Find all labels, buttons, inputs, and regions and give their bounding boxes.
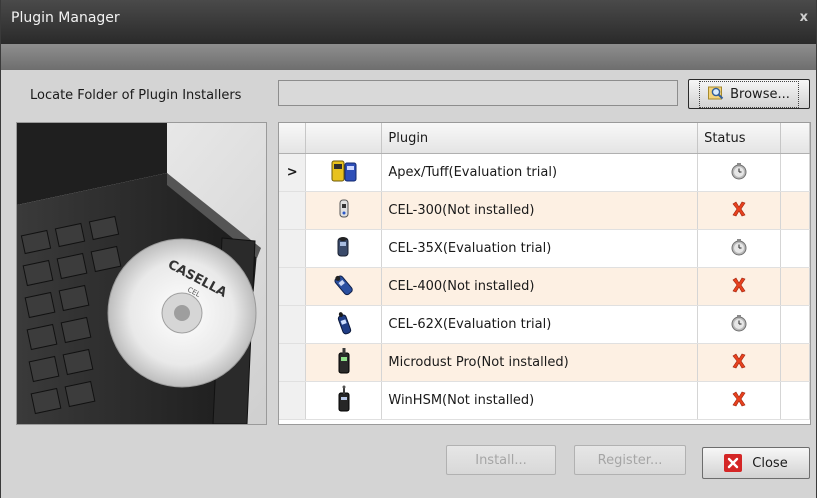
toolbar-strip <box>1 44 816 70</box>
table-row[interactable]: CEL-62X(Evaluation trial) <box>279 305 810 344</box>
plugin-name: WinHSM(Not installed) <box>381 381 699 420</box>
window-title: Plugin Manager <box>11 10 120 26</box>
install-button[interactable]: Install... <box>446 445 556 475</box>
browse-button[interactable]: Browse... <box>688 79 810 109</box>
red-x-icon <box>697 343 781 382</box>
apex-tuff-device-icon <box>305 153 383 192</box>
row-pointer-icon: > <box>286 165 298 180</box>
winhsm-device-icon <box>305 381 383 420</box>
row-selector[interactable] <box>279 381 307 420</box>
row-selector[interactable] <box>279 305 307 344</box>
row-selector[interactable] <box>279 229 307 268</box>
header-plugin-column[interactable]: Plugin <box>381 123 699 154</box>
plugin-name: Apex/Tuff(Evaluation trial) <box>381 153 699 192</box>
clock-icon <box>697 153 781 192</box>
cel-400-device-icon <box>305 267 383 306</box>
table-row[interactable]: WinHSM(Not installed) <box>279 381 810 420</box>
header-icon-column <box>305 123 383 154</box>
table-row[interactable]: Microdust Pro(Not installed) <box>279 343 810 382</box>
plugin-name: CEL-400(Not installed) <box>381 267 699 306</box>
plugin-name: CEL-35X(Evaluation trial) <box>381 229 699 268</box>
clock-icon <box>697 229 781 268</box>
clock-icon <box>697 305 781 344</box>
laptop-cd-image: CASELLA CEL <box>16 122 267 425</box>
microdust-pro-device-icon <box>305 343 383 382</box>
cel-300-device-icon <box>305 191 383 230</box>
title-bar[interactable]: Plugin Manager x <box>1 0 816 44</box>
close-icon <box>724 454 743 472</box>
cel-62x-device-icon <box>305 305 383 344</box>
header-selector-column <box>279 123 307 154</box>
table-row[interactable]: CEL-300(Not installed) <box>279 191 810 230</box>
row-selector[interactable] <box>279 267 307 306</box>
register-button[interactable]: Register... <box>574 445 686 475</box>
plugin-manager-window: Plugin Manager x Locate Folder of Plugin… <box>0 0 817 498</box>
header-status-column[interactable]: Status <box>697 123 781 154</box>
row-selector[interactable]: > <box>279 153 307 192</box>
header-spacer-column <box>780 123 810 154</box>
row-selector[interactable] <box>279 343 307 382</box>
plugin-folder-path-input[interactable] <box>278 80 678 106</box>
cel-35x-device-icon <box>305 229 383 268</box>
red-x-icon <box>697 381 781 420</box>
row-selector[interactable] <box>279 191 307 230</box>
plugin-grid[interactable]: Plugin Status > Apex/Tuff(Evaluation tri… <box>278 122 811 425</box>
plugin-name: CEL-300(Not installed) <box>381 191 699 230</box>
red-x-icon <box>697 191 781 230</box>
plugin-name: Microdust Pro(Not installed) <box>381 343 699 382</box>
table-row[interactable]: > Apex/Tuff(Evaluation trial) <box>279 153 810 192</box>
red-x-icon <box>697 267 781 306</box>
magnifier-folder-icon <box>708 85 724 104</box>
browse-button-label: Browse... <box>730 86 790 102</box>
table-row[interactable]: CEL-400(Not installed) <box>279 267 810 306</box>
table-row[interactable]: CEL-35X(Evaluation trial) <box>279 229 810 268</box>
plugin-name: CEL-62X(Evaluation trial) <box>381 305 699 344</box>
close-button-label: Close <box>752 455 788 471</box>
window-close-icon[interactable]: x <box>800 10 808 25</box>
close-button[interactable]: Close <box>702 447 810 479</box>
grid-header-row: Plugin Status <box>279 123 810 154</box>
locate-folder-label: Locate Folder of Plugin Installers <box>30 88 242 103</box>
